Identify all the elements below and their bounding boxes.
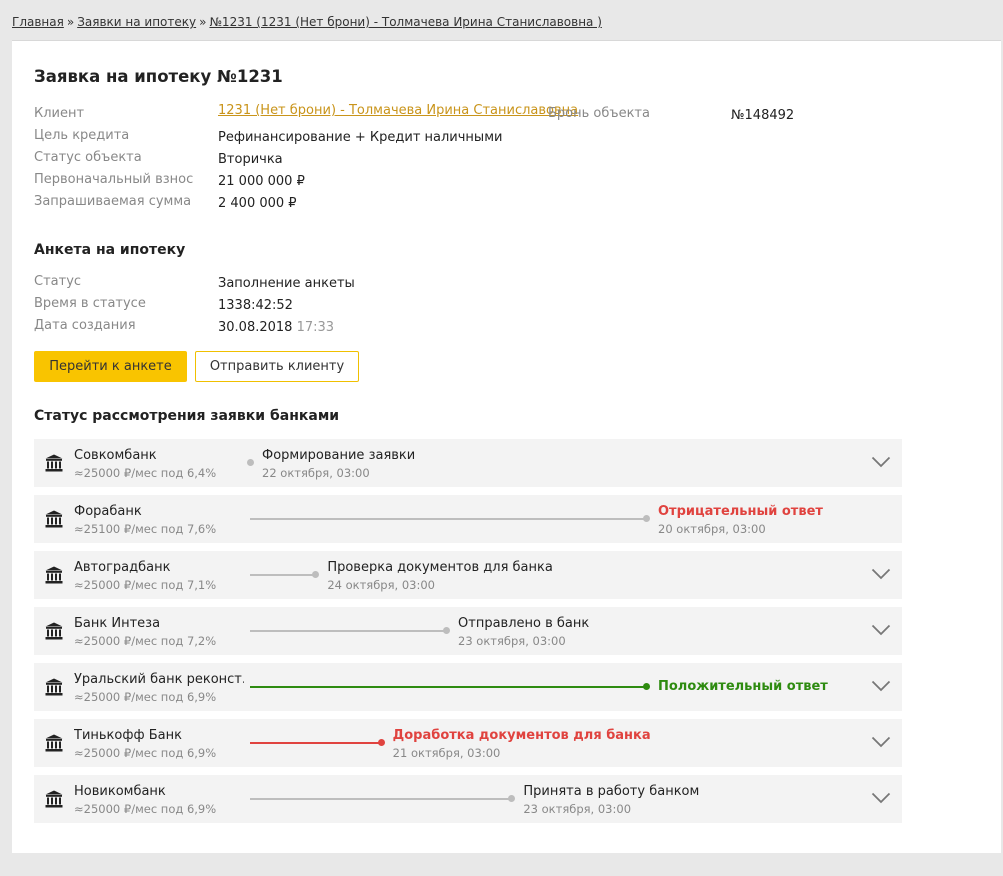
chevron-down-icon[interactable] [871,568,891,580]
bank-icon [45,622,63,640]
chevron-down-icon[interactable] [871,680,891,692]
bank-icon [45,790,63,808]
created-label: Дата создания [34,318,136,333]
time-in-status-label: Время в статусе [34,296,146,311]
bank-icon [45,678,63,696]
client-label: Клиент [34,106,85,121]
requested-amount-value: 2 400 000 ₽ [218,196,297,211]
status-progress-track [250,574,316,576]
bank-status: Проверка документов для банка [327,560,553,575]
breadcrumb-home-link[interactable]: Главная [12,15,64,29]
bank-status-date: 21 октября, 03:00 [392,746,501,760]
breadcrumb-separator: » [199,15,207,29]
status-progress-dot [377,739,385,746]
bank-row: Форабанк ≈25100 ₽/мес под 7,6% Отрицательн… [34,495,902,543]
bank-status-date: 22 октября, 03:00 [262,466,370,480]
status-progress-dot [312,571,320,578]
bank-status-date: 23 октября, 03:00 [458,634,566,648]
time-in-status-value: 1338:42:52 [218,298,293,313]
bank-name: Банк Интеза [74,616,161,631]
bank-status: Положительный ответ [658,679,828,694]
questionnaire-title: Анкета на ипотеку [34,242,186,258]
bank-icon [45,510,63,528]
bank-status: Принята в работу банком [523,784,700,799]
down-payment-value: 21 000 000 ₽ [218,174,305,189]
bank-icon [45,566,63,584]
send-to-client-button[interactable]: Отправить клиенту [195,351,359,382]
purpose-value: Рефинансирование + Кредит наличными [218,130,503,145]
status-progress-track [250,630,447,632]
bank-name: Уральский банк реконст... [74,672,244,687]
status-progress-track [250,798,512,800]
bank-row[interactable]: Банк Интеза ≈25000 ₽/мес под 7,2% Отправле… [34,607,902,655]
status-progress-dot [443,627,451,634]
bank-status-title: Статус рассмотрения заявки банками [34,408,340,424]
created-date: 30.08.2018 [218,320,293,335]
status-progress-dot [643,515,650,522]
bank-rate: ≈25000 ₽/мес под 6,4% [74,466,217,480]
breadcrumb-current-link[interactable]: №1231 (1231 (Нет брони) - Толмачева Ирин… [209,15,601,29]
bank-status-date: 24 октября, 03:00 [327,578,435,592]
booking-value: №148492 [731,108,795,123]
bank-rate: ≈25000 ₽/мес под 7,1% [74,578,217,592]
bank-status: Доработка документов для банка [392,728,651,743]
status-progress-track [250,518,646,520]
bank-status: Отрицательный ответ [658,504,823,519]
bank-row[interactable]: Уральский банк реконст... ≈25000 ₽/мес по… [34,663,902,711]
status-progress-dot [247,459,254,466]
go-to-questionnaire-button[interactable]: Перейти к анкете [34,351,187,382]
bank-name: Форабанк [74,504,142,519]
bank-row[interactable]: Новикомбанк ≈25000 ₽/мес под 6,9% Принята … [34,775,902,823]
bank-rate: ≈25000 ₽/мес под 6,9% [74,690,217,704]
bank-icon [45,734,63,752]
chevron-down-icon[interactable] [871,736,891,748]
bank-status-date: 23 октября, 03:00 [523,802,632,816]
bank-row[interactable]: Совкомбанк ≈25000 ₽/мес под 6,4% Формирова… [34,439,902,487]
requested-amount-label: Запрашиваемая сумма [34,194,192,209]
bank-name: Новикомбанк [74,784,166,799]
object-status-value: Вторичка [218,152,283,167]
down-payment-label: Первоначальный взнос [34,172,194,187]
status-progress-dot [508,795,516,802]
chevron-down-icon[interactable] [871,456,891,468]
bank-name: Автоградбанк [74,560,171,575]
bank-name: Тинькофф Банк [74,728,182,743]
status-progress-track [250,686,646,688]
booking-label: Бронь объекта [548,106,650,121]
purpose-label: Цель кредита [34,128,130,143]
status-progress-track [250,742,381,744]
questionnaire-status-value: Заполнение анкеты [218,276,355,291]
bank-rate: ≈25000 ₽/мес под 7,2% [74,634,217,648]
page-title: Заявка на ипотеку №1231 [34,67,283,86]
bank-rate: ≈25000 ₽/мес под 6,9% [74,746,217,760]
client-link[interactable]: 1231 (Нет брони) - Толмачева Ирина Стани… [218,103,578,118]
bank-name: Совкомбанк [74,448,157,463]
bank-rate: ≈25000 ₽/мес под 6,9% [74,802,217,816]
bank-status-date: 20 октября, 03:00 [658,522,766,536]
created-value: 30.08.2018 17:33 [218,320,334,335]
breadcrumb-applications-link[interactable]: Заявки на ипотеку [77,15,196,29]
created-time: 17:33 [296,320,335,335]
object-status-label: Статус объекта [34,150,142,165]
bank-icon [45,454,63,472]
application-card: Заявка на ипотеку №1231 Клиент 1231 (Нет… [12,40,1001,853]
chevron-down-icon[interactable] [871,624,891,636]
bank-status: Формирование заявки [262,448,416,463]
breadcrumb: Главная» Заявки на ипотеку» №1231 (1231 (Н… [12,15,602,29]
bank-rate: ≈25100 ₽/мес под 7,6% [74,522,217,536]
questionnaire-status-label: Статус [34,274,82,289]
status-progress-dot [643,683,650,690]
chevron-down-icon[interactable] [871,792,891,804]
bank-row[interactable]: Автоградбанк ≈25000 ₽/мес под 7,1% Проверк… [34,551,902,599]
bank-row[interactable]: Тинькофф Банк ≈25000 ₽/мес под 6,9% Дорабо… [34,719,902,767]
breadcrumb-separator: » [66,15,75,29]
bank-status: Отправлено в банк [458,616,590,631]
